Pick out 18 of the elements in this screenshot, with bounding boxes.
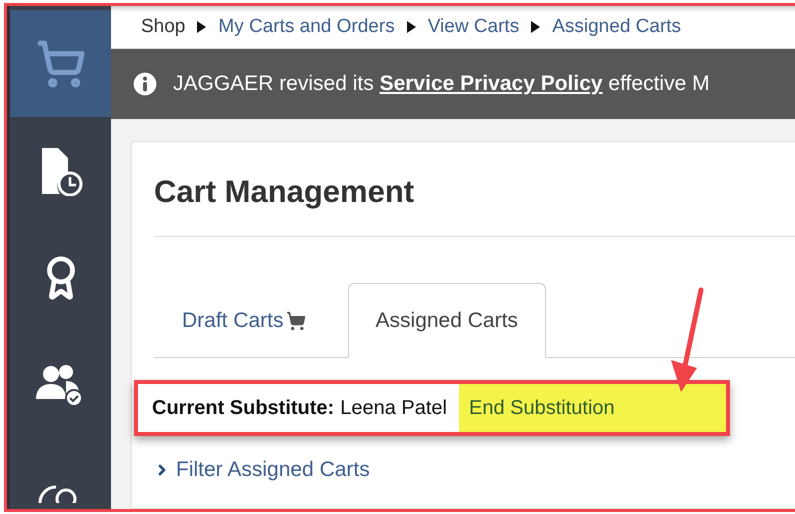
breadcrumb-link[interactable]: Shop bbox=[141, 12, 186, 42]
cart-icon bbox=[286, 310, 306, 330]
privacy-policy-link[interactable]: Service Privacy Policy bbox=[380, 72, 603, 96]
caret-icon bbox=[197, 21, 206, 33]
caret-icon bbox=[406, 21, 416, 33]
end-substitution-link[interactable]: End Substitution bbox=[458, 384, 726, 432]
page-title: Cart Management bbox=[154, 172, 795, 237]
breadcrumb-link[interactable]: My Carts and Orders bbox=[218, 12, 395, 42]
breadcrumb-link[interactable]: View Carts bbox=[428, 12, 520, 42]
filter-toggle[interactable]: Filter Assigned Carts bbox=[154, 454, 370, 486]
tab[interactable]: Assigned Carts bbox=[348, 283, 546, 358]
tab[interactable]: Draft Carts bbox=[154, 283, 334, 358]
substitute-name: Leena Patel bbox=[340, 396, 447, 421]
caret-icon bbox=[531, 21, 540, 33]
substitute-label: Current Substitute: bbox=[152, 396, 334, 421]
breadcrumb-link[interactable]: Assigned Carts bbox=[552, 12, 682, 42]
cart-icon bbox=[36, 38, 86, 88]
notice-text: JAGGAER revised its Service Privacy Policy effective M bbox=[173, 71, 710, 98]
